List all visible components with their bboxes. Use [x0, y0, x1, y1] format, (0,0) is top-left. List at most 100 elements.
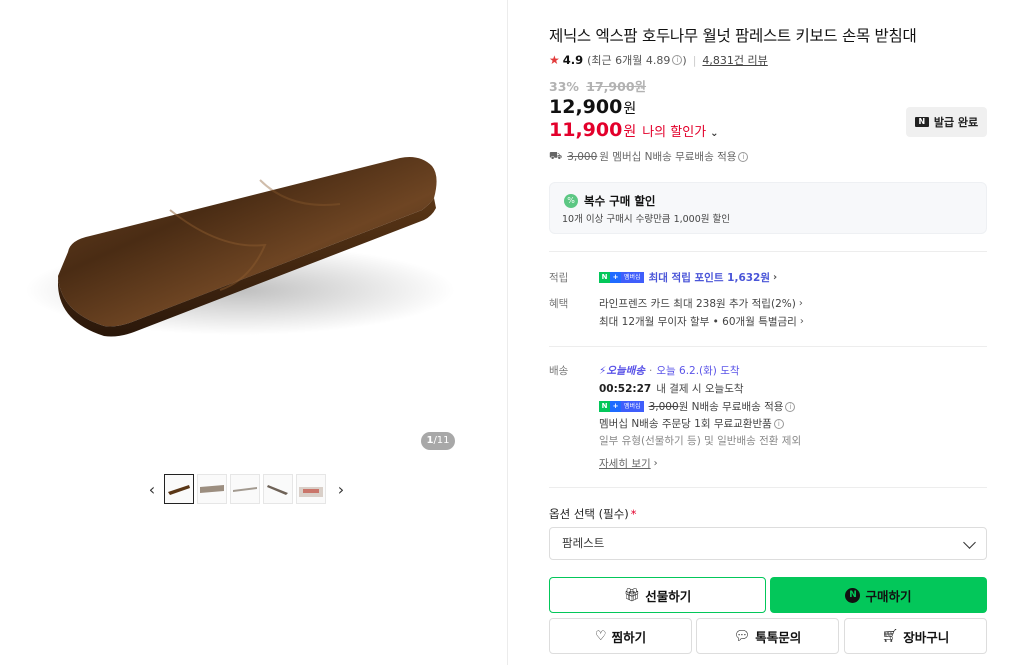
- talk-button[interactable]: 💬︎ 톡톡문의: [696, 618, 839, 654]
- delivery-fee-strike: 3,000: [648, 400, 679, 413]
- chevron-right-icon: ›: [799, 316, 804, 327]
- option-select[interactable]: 팜레스트: [549, 527, 987, 560]
- shipping-fee-strike: 3,000: [567, 150, 598, 163]
- npay-n: N: [599, 272, 610, 283]
- product-main-image[interactable]: [20, 140, 460, 370]
- my-price[interactable]: 11,900 원 나의 할인가 ⌄: [549, 119, 719, 141]
- divider: |: [692, 53, 697, 67]
- sale-price: 12,900원: [549, 96, 636, 118]
- thumbnail-3[interactable]: [230, 474, 260, 504]
- npay-plus: +: [610, 272, 621, 283]
- bulk-desc: 10개 이상 구매시 수량만큼 1,000원 할인: [562, 214, 731, 225]
- product-info: 제닉스 엑스팜 호두나무 월넛 팜레스트 키보드 손목 받침대 ★ 4.9 (최…: [549, 0, 987, 665]
- thumbnail-4[interactable]: [263, 474, 293, 504]
- npay-n: N: [599, 401, 610, 412]
- rating-row: ★ 4.9 (최근 6개월 4.89 i ) | 4,831건 리뷰: [549, 52, 768, 68]
- cart-button[interactable]: 🛒︎ 장바구니: [844, 618, 987, 654]
- sale-price-unit: 원: [623, 101, 637, 117]
- coupon-button-label: 발급 완료: [933, 116, 979, 129]
- chevron-down-icon: [963, 536, 976, 549]
- option-selected-value: 팜레스트: [562, 536, 605, 550]
- wish-button[interactable]: ♡ 찜하기: [549, 618, 692, 654]
- delivery-fee-row: N + 멤버십 3,000 원 N배송 무료배송 적용 i: [599, 399, 796, 414]
- today-delivery-row: ⚡오늘배송 · 오늘 6.2.(화) 도착: [599, 363, 740, 378]
- chevron-right-icon[interactable]: ›: [329, 474, 353, 504]
- npay-plus: +: [610, 401, 621, 412]
- buy-button[interactable]: N 구매하기: [770, 577, 987, 613]
- section-divider: [549, 346, 987, 347]
- product-gallery: 1/11 ‹ ›: [0, 0, 508, 665]
- talk-button-label: 톡톡문의: [755, 629, 802, 645]
- my-price-value: 11,900: [549, 119, 623, 141]
- discount-rate: 33%: [549, 79, 579, 94]
- cart-icon: 🛒︎: [881, 628, 899, 644]
- percent-icon: %: [564, 194, 578, 208]
- my-price-label: 나의 할인가: [642, 125, 707, 140]
- details-link[interactable]: 자세히 보기 ›: [599, 456, 658, 471]
- perk-card[interactable]: 라인프렌즈 카드 최대 238원 추가 적립(2%) ›: [599, 296, 803, 311]
- chevron-down-icon: ⌄: [710, 128, 719, 139]
- info-icon[interactable]: i: [785, 401, 796, 412]
- star-icon: ★: [549, 53, 560, 67]
- truck-icon: ⛟: [549, 149, 563, 162]
- countdown-text: 내 결제 시 오늘도착: [656, 383, 744, 395]
- option-label-text: 옵션 선택 (필수): [549, 507, 629, 521]
- points-label: 적립: [549, 272, 569, 284]
- details-link-label: 자세히 보기: [599, 458, 651, 470]
- my-price-unit: 원: [623, 124, 637, 140]
- thumbnail-1[interactable]: [164, 474, 194, 504]
- thumbnail-5[interactable]: [296, 474, 326, 504]
- gift-icon: 🎁︎: [623, 587, 641, 603]
- chevron-right-icon: ›: [798, 298, 803, 309]
- column-divider: [507, 0, 508, 665]
- wish-button-label: 찜하기: [611, 629, 647, 645]
- chevron-right-icon: ›: [773, 272, 778, 283]
- naver-logo-icon: N: [914, 117, 929, 127]
- today-badge-label: 오늘배송: [606, 365, 646, 377]
- rating-recent: (최근 6개월 4.89: [587, 54, 671, 67]
- review-count-link[interactable]: 4,831건 리뷰: [702, 52, 767, 68]
- original-price: 17,900원: [586, 79, 647, 94]
- delivery-fee-text: 원 N배송 무료배송 적용: [678, 401, 784, 413]
- image-counter: 1/11: [421, 432, 455, 450]
- bulk-discount-box: % 복수 구매 할인 10개 이상 구매시 수량만큼 1,000원 할인: [549, 182, 987, 234]
- perk-installment-text: 최대 12개월 무이자 할부 • 60개월 특별금리: [599, 316, 797, 328]
- shipping-row: ⛟ 3,000 원 멤버십 N배송 무료배송 적용 i: [549, 149, 749, 164]
- perk-card-text: 라인프렌즈 카드 최대 238원 추가 적립(2%): [599, 298, 796, 310]
- info-icon[interactable]: i: [738, 151, 749, 162]
- points-row[interactable]: N + 멤버십 최대 적립 포인트 1,632원 ›: [599, 270, 777, 285]
- perk-installment[interactable]: 최대 12개월 무이자 할부 • 60개월 특별금리 ›: [599, 314, 804, 329]
- delivery-label: 배송: [549, 365, 569, 377]
- chevron-left-icon[interactable]: ‹: [140, 474, 164, 504]
- membership-badge: 멤버십: [621, 272, 644, 283]
- gift-button-label: 선물하기: [645, 588, 692, 604]
- chat-icon: 💬︎: [733, 628, 751, 644]
- coupon-issued-button[interactable]: N 발급 완료: [906, 107, 987, 137]
- sale-price-value: 12,900: [549, 96, 623, 118]
- section-divider: [549, 251, 987, 252]
- cart-button-label: 장바구니: [903, 629, 950, 645]
- thumbnail-strip: ‹ ›: [140, 474, 353, 504]
- thumbnail-2[interactable]: [197, 474, 227, 504]
- perks-label: 혜택: [549, 298, 569, 310]
- section-divider: [549, 487, 987, 488]
- countdown-timer: 00:52:27: [599, 382, 652, 395]
- exchange-row: 멤버십 N배송 주문당 1회 무료교환반품 i: [599, 416, 784, 431]
- info-icon[interactable]: i: [672, 55, 683, 65]
- exclusion-text: 일부 유형(선물하기 등) 및 일반배송 전환 제외: [599, 435, 802, 447]
- discount-row: 33% 17,900원: [549, 76, 646, 95]
- shipping-text: 원 멤버십 N배송 무료배송 적용: [599, 151, 737, 163]
- today-arrival: 오늘 6.2.(화) 도착: [656, 365, 740, 377]
- rating-score: 4.9: [562, 53, 584, 67]
- heart-icon: ♡: [594, 628, 607, 644]
- required-mark: *: [630, 507, 637, 521]
- product-title: 제닉스 엑스팜 호두나무 월넛 팜레스트 키보드 손목 받침대: [549, 27, 917, 45]
- option-label: 옵션 선택 (필수) *: [549, 506, 637, 522]
- info-icon[interactable]: i: [773, 418, 784, 429]
- gift-button[interactable]: 🎁︎ 선물하기: [549, 577, 766, 613]
- membership-badge: 멤버십: [621, 401, 644, 412]
- npay-icon: N: [845, 587, 861, 603]
- buy-button-label: 구매하기: [865, 588, 912, 604]
- chevron-right-icon: ›: [653, 458, 658, 469]
- exchange-text: 멤버십 N배송 주문당 1회 무료교환반품: [599, 418, 772, 430]
